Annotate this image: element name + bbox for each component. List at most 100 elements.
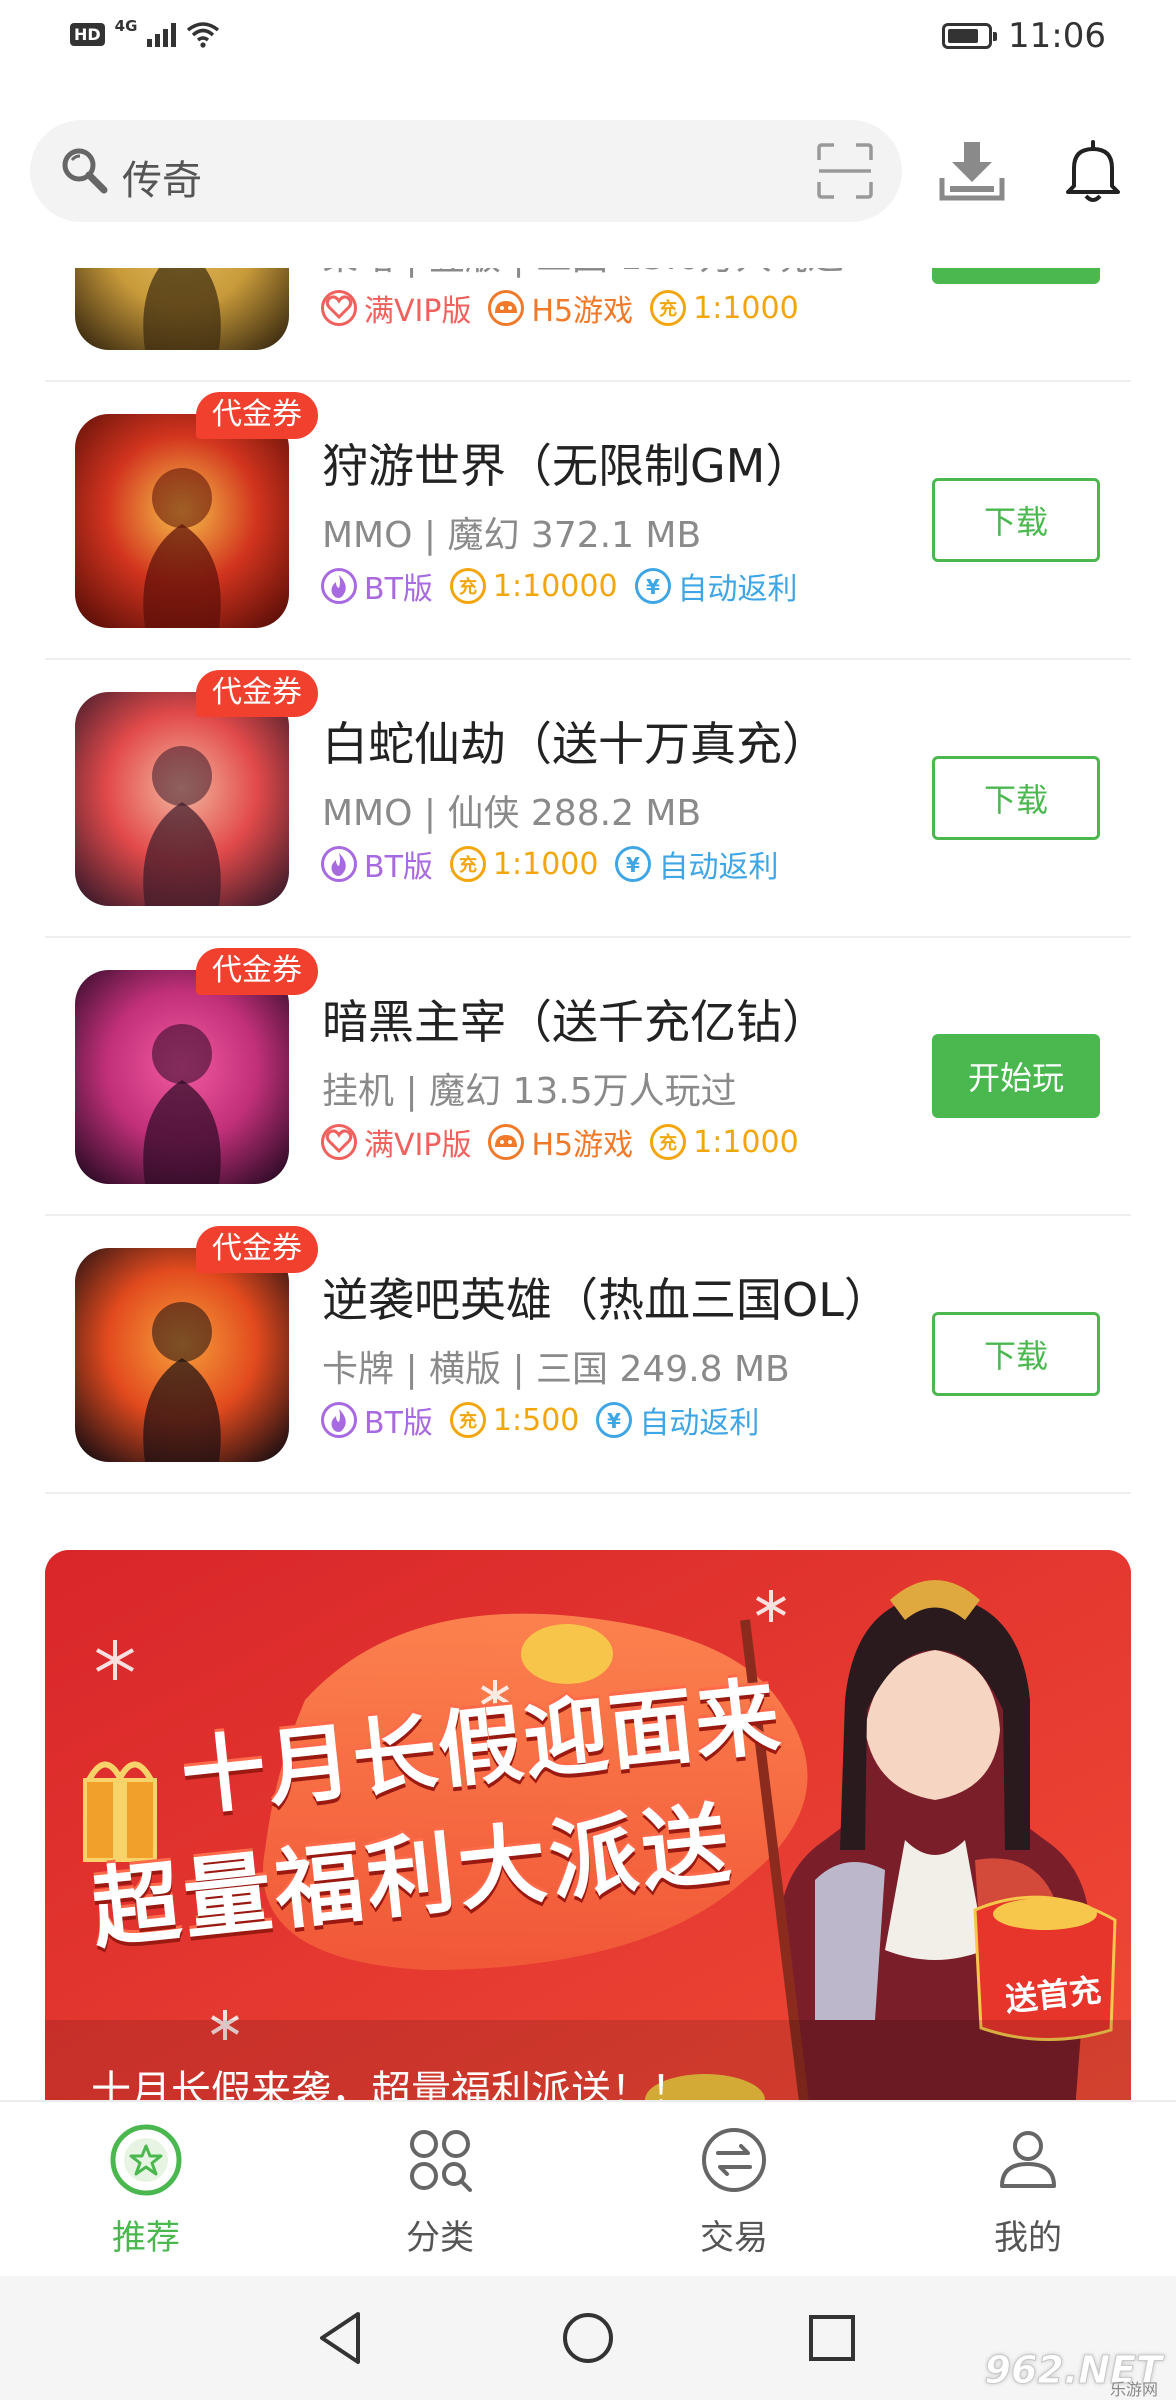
wifi-icon [187, 22, 220, 48]
game-tag: 充 1:1000 [649, 289, 799, 327]
download-button[interactable]: 下载 [932, 1312, 1100, 1396]
signal-icon [147, 21, 177, 47]
bottom-tab-bar: 推荐 分类 交易 我的 [0, 2100, 1176, 2278]
game-tags: BT版 充 1:500 ¥ 自动返利 [320, 1398, 759, 1442]
scan-icon[interactable] [816, 142, 874, 200]
recents-square-icon[interactable] [794, 2300, 870, 2376]
game-list-item[interactable]: 代金券 狩游世界（无限制GM） MMO | 魔幻 372.1 MB BT版 充 1:100… [0, 382, 1176, 660]
game-tags: 满VIP版 H5游戏 充 1:1000 [320, 1120, 799, 1164]
tag-label: 自动返利 [677, 572, 798, 607]
play-button[interactable]: 开始玩 [932, 1034, 1100, 1118]
search-input[interactable]: 传奇 [122, 148, 202, 206]
game-list-item[interactable]: 代金券 逆袭吧英雄（热血三国OL） 卡牌 | 横版 | 三国 249.8 MB BT版… [0, 1216, 1176, 1494]
game-icon[interactable] [75, 268, 289, 350]
game-title[interactable]: 狩游世界（无限制GM） [322, 430, 892, 496]
search-bar[interactable]: 传奇 [30, 120, 902, 222]
download-button[interactable]: 下载 [932, 478, 1100, 562]
svg-text:充: 充 [659, 1132, 677, 1154]
recharge-icon: 充 [449, 1402, 486, 1438]
coupon-badge: 代金券 [196, 1226, 318, 1273]
tag-label: 满VIP版 [364, 1128, 472, 1163]
game-title[interactable]: 白蛇仙劫（送十万真充） [322, 708, 892, 774]
svg-text:¥: ¥ [607, 1409, 621, 1433]
download-manager-icon[interactable] [938, 136, 1006, 204]
trade-icon [702, 2128, 766, 2192]
game-icon[interactable] [75, 414, 289, 628]
play-button[interactable]: 开始玩 [932, 268, 1100, 284]
h5-game-icon [488, 290, 525, 326]
h5-game-icon [488, 1124, 525, 1160]
tag-label: 1:10000 [492, 568, 618, 604]
game-meta: MMO | 仙侠 288.2 MB [322, 793, 702, 834]
game-icon[interactable] [75, 970, 289, 1184]
game-tag: BT版 [320, 1398, 433, 1442]
game-meta: MMO | 魔幻 372.1 MB [322, 515, 702, 556]
tag-label: 1:1000 [693, 1124, 799, 1160]
star-icon [110, 2124, 182, 2196]
svg-text:¥: ¥ [626, 853, 640, 877]
game-tag: BT版 [320, 564, 433, 608]
heart-vip-icon [321, 1124, 357, 1160]
game-list-item[interactable]: 策略 | 竖版 | 三国 13.6万人玩过满VIP版 H5游戏 充 1:1000 开始玩 [0, 268, 1176, 382]
recharge-icon: 充 [449, 846, 486, 882]
back-triangle-icon[interactable] [302, 2300, 378, 2376]
game-icon[interactable] [75, 1248, 289, 1462]
coupon-badge: 代金券 [196, 948, 318, 995]
game-tag: BT版 [320, 842, 433, 886]
yen-rebate-icon: ¥ [615, 846, 652, 882]
game-tags: BT版 充 1:1000 ¥ 自动返利 [320, 842, 778, 886]
promo-banner[interactable]: 十月长假迎面来 超量福利大派送 送首充 十月长假来袭，超量福利派送！！ [45, 1550, 1131, 2110]
game-tag: 充 1:1000 [649, 1123, 799, 1161]
recharge-icon: 充 [650, 1124, 687, 1160]
game-list-item[interactable]: 代金券 暗黑主宰（送千充亿钻） 挂机 | 魔幻 13.5万人玩过 满VIP版 H5游戏充… [0, 938, 1176, 1216]
search-icon [62, 148, 108, 194]
tag-label: 1:1000 [693, 290, 799, 326]
heart-vip-icon [321, 290, 357, 326]
tag-label: 满VIP版 [364, 294, 472, 329]
coupon-badge: 代金券 [196, 670, 318, 717]
home-circle-icon[interactable] [550, 2300, 626, 2376]
notification-bell-icon[interactable] [1060, 136, 1126, 206]
game-tag: 满VIP版 [320, 1120, 471, 1164]
battery-icon [942, 23, 998, 49]
tag-label: 1:500 [492, 1402, 580, 1438]
game-tag: 充 1:1000 [449, 845, 598, 883]
fire-bt-icon [321, 846, 357, 882]
game-icon[interactable] [75, 692, 289, 906]
tab-label: 分类 [406, 2218, 474, 2258]
status-time: 11:06 [1008, 16, 1106, 56]
tab-mine[interactable]: 我的 [928, 2122, 1128, 2259]
svg-text:充: 充 [459, 854, 477, 876]
yen-rebate-icon: ¥ [596, 1402, 633, 1438]
status-left: HD 4G [70, 17, 220, 48]
game-list[interactable]: 策略 | 竖版 | 三国 13.6万人玩过满VIP版H5游戏充1:1000开始玩… [0, 268, 1176, 1510]
category-icon [410, 2130, 472, 2192]
game-tag: 充 1:500 [449, 1401, 579, 1439]
system-nav-bar: 962.NET 乐游网 [0, 2276, 1176, 2400]
game-tag: ¥ 自动返利 [614, 842, 778, 886]
tag-label: BT版 [364, 572, 433, 607]
watermark-sub: 乐游网 [1109, 2380, 1158, 2399]
tag-label: BT版 [364, 850, 433, 885]
hd-badge: HD [70, 22, 105, 46]
game-meta: 挂机 | 魔幻 13.5万人玩过 [322, 1071, 737, 1112]
game-title[interactable]: 暗黑主宰（送千充亿钻） [322, 986, 892, 1052]
tab-label: 推荐 [112, 2218, 180, 2258]
fire-bt-icon [321, 568, 357, 604]
download-button[interactable]: 下载 [932, 756, 1100, 840]
tab-trade[interactable]: 交易 [634, 2122, 834, 2259]
status-right: 11:06 [942, 16, 1106, 56]
fire-bt-icon [321, 1402, 357, 1438]
svg-text:充: 充 [659, 298, 677, 320]
tab-recommend[interactable]: 推荐 [46, 2122, 246, 2259]
game-tag: H5游戏 [487, 286, 633, 330]
tab-category[interactable]: 分类 [340, 2122, 540, 2259]
game-tags: BT版 充 1:10000 ¥ 自动返利 [320, 564, 798, 608]
tab-label: 交易 [700, 2218, 768, 2258]
game-title[interactable]: 逆袭吧英雄（热血三国OL） [322, 1264, 892, 1330]
game-list-item[interactable]: 代金券 白蛇仙劫（送十万真充） MMO | 仙侠 288.2 MB BT版 充 1:100… [0, 660, 1176, 938]
recharge-icon: 充 [650, 290, 687, 326]
tab-label: 我的 [994, 2218, 1062, 2258]
game-meta: 卡牌 | 横版 | 三国 249.8 MB [322, 1349, 790, 1390]
game-tag: H5游戏 [487, 1120, 633, 1164]
